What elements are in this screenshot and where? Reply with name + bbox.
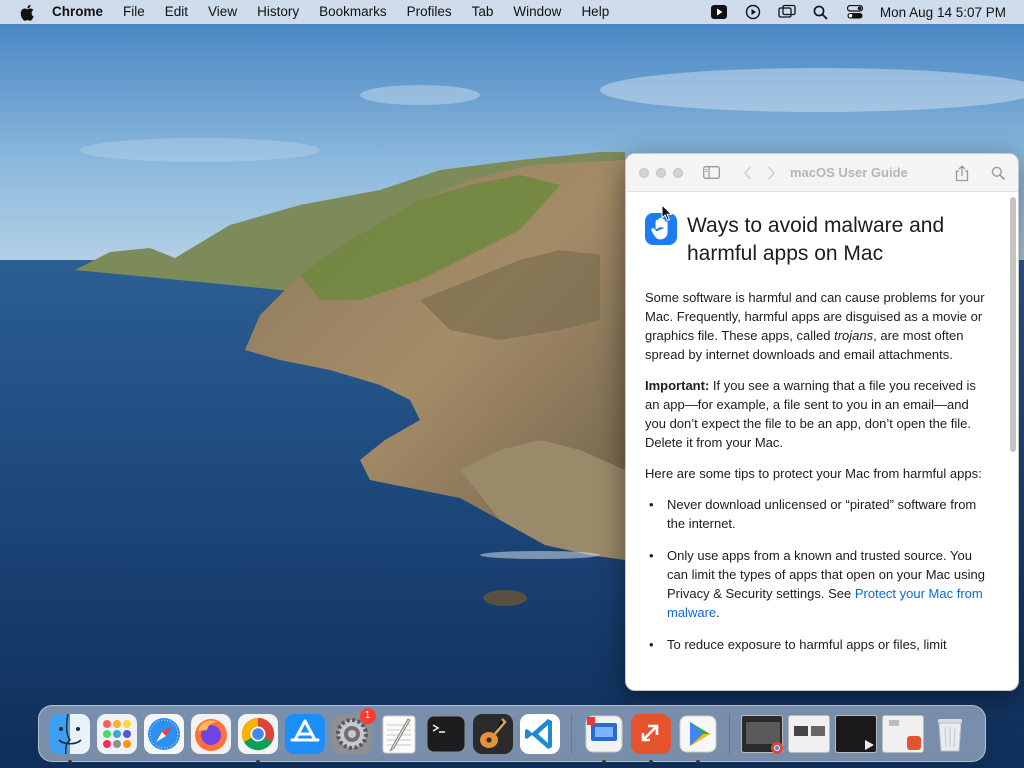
menu-view[interactable]: View <box>198 0 247 24</box>
article-content: Ways to avoid malware and harmful apps o… <box>626 192 1006 690</box>
dock-media-player[interactable] <box>677 713 719 764</box>
play-store-icon <box>864 739 874 750</box>
dock-textedit[interactable] <box>378 713 420 755</box>
chrome-icon <box>770 741 783 754</box>
media-play-icon[interactable] <box>702 0 736 24</box>
running-indicator <box>601 759 606 764</box>
chrome-icon <box>237 713 278 754</box>
dock-separator <box>729 713 730 754</box>
dock-system-settings[interactable]: 1 <box>331 707 376 755</box>
intro-paragraph: Some software is harmful and can cause p… <box>645 288 986 364</box>
minimized-window-thumbnail[interactable] <box>834 714 877 753</box>
running-indicator <box>255 759 260 764</box>
screen-mirroring-icon[interactable] <box>770 0 804 24</box>
finder-icon <box>49 713 90 754</box>
help-viewer-window: macOS User Guide Ways to avoid malware a… <box>625 153 1019 691</box>
trash-icon <box>937 718 962 751</box>
list-item: To reduce exposure to harmful apps or fi… <box>649 635 986 654</box>
textedit-icon <box>382 715 415 753</box>
menu-bar-clock[interactable]: Mon Aug 14 5:07 PM <box>872 5 1024 20</box>
menu-history[interactable]: History <box>247 0 309 24</box>
menu-file[interactable]: File <box>113 0 155 24</box>
menu-help[interactable]: Help <box>571 0 619 24</box>
remote-connection-icon <box>906 735 921 750</box>
dock-firefox[interactable] <box>190 713 232 755</box>
dock-separator <box>571 713 572 754</box>
menu-window[interactable]: Window <box>503 0 571 24</box>
dock-chrome[interactable] <box>237 713 279 764</box>
notification-badge: 1 <box>359 707 376 724</box>
terminal-icon <box>426 715 465 752</box>
vertical-scrollbar[interactable] <box>1008 195 1016 690</box>
menu-app-name[interactable]: Chrome <box>52 0 113 24</box>
apple-menu-icon[interactable] <box>18 3 36 21</box>
dock-launchpad[interactable] <box>96 713 138 755</box>
firefox-icon <box>190 713 231 754</box>
minimized-window-thumbnail[interactable] <box>881 714 924 753</box>
dock: 1 <box>38 705 986 764</box>
dock-trash[interactable] <box>929 713 971 755</box>
tip-text-end: . <box>716 605 720 620</box>
dock-safari[interactable] <box>143 713 185 755</box>
dock-garageband[interactable] <box>472 713 514 755</box>
app-store-icon <box>284 713 325 754</box>
list-item: Only use apps from a known and trusted s… <box>649 546 986 622</box>
menu-bookmarks[interactable]: Bookmarks <box>309 0 397 24</box>
running-indicator <box>67 759 72 764</box>
minimize-window-button[interactable] <box>656 167 666 178</box>
control-center-icon[interactable] <box>838 0 872 24</box>
thumbnail-content <box>810 725 825 736</box>
running-indicator <box>648 759 653 764</box>
search-icon[interactable] <box>986 161 1010 185</box>
tips-list: Never download unlicensed or “pirated” s… <box>645 495 986 654</box>
now-playing-icon[interactable] <box>736 0 770 24</box>
important-label: Important: <box>645 378 710 393</box>
safari-compass-icon <box>143 713 184 754</box>
menu-profiles[interactable]: Profiles <box>397 0 462 24</box>
menu-tab[interactable]: Tab <box>462 0 504 24</box>
close-window-button[interactable] <box>639 167 649 178</box>
mouse-cursor-icon <box>661 203 673 227</box>
scrollbar-thumb[interactable] <box>1010 197 1016 452</box>
dock-vscode[interactable] <box>519 713 561 755</box>
dock-remote-desktop[interactable] <box>583 713 625 764</box>
minimized-window-thumbnail[interactable] <box>740 714 783 754</box>
menu-edit[interactable]: Edit <box>155 0 198 24</box>
dock-app-store[interactable] <box>284 713 326 755</box>
dock-terminal[interactable] <box>425 713 467 755</box>
window-titlebar[interactable]: macOS User Guide <box>626 154 1018 192</box>
thumbnail-content <box>793 725 808 736</box>
window-controls <box>639 167 683 178</box>
list-item: Never download unlicensed or “pirated” s… <box>649 495 986 533</box>
article-heading: Ways to avoid malware and harmful apps o… <box>687 214 945 265</box>
launchpad-icon <box>96 713 137 754</box>
thumbnail-content <box>888 719 899 726</box>
intro-emphasis: trojans <box>834 328 874 343</box>
guitar-icon <box>472 713 513 754</box>
article-header: Ways to avoid malware and harmful apps o… <box>645 212 986 268</box>
remote-desktop-icon <box>585 715 622 752</box>
window-title: macOS User Guide <box>790 165 908 180</box>
remote-connection-icon <box>630 713 671 754</box>
tips-intro: Here are some tips to protect your Mac f… <box>645 466 982 481</box>
dock-finder[interactable] <box>49 713 91 764</box>
play-store-icon <box>679 715 716 752</box>
minimized-window-thumbnail[interactable] <box>787 714 830 753</box>
back-chevron-icon[interactable] <box>735 161 759 185</box>
running-indicator <box>695 759 700 764</box>
menu-bar: Chrome File Edit View History Bookmarks … <box>0 0 1024 24</box>
forward-chevron-icon[interactable] <box>759 161 783 185</box>
share-icon[interactable] <box>950 161 974 185</box>
vscode-icon <box>519 713 560 754</box>
important-paragraph: Important: If you see a warning that a f… <box>645 376 986 452</box>
dock-remote-app[interactable] <box>630 713 672 764</box>
sidebar-toggle-icon[interactable] <box>699 161 723 185</box>
spotlight-search-icon[interactable] <box>804 0 838 24</box>
zoom-window-button[interactable] <box>673 167 683 178</box>
